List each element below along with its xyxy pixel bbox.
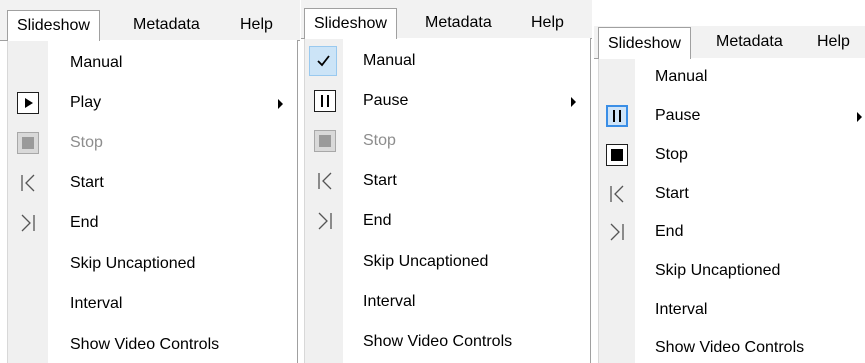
menu-item-label: Start: [655, 185, 689, 202]
skip-to-end-icon: [17, 212, 39, 234]
slideshow-dropdown: Manual Pause Stop Start End Skip Uncapti…: [304, 38, 591, 363]
menu-item-interval[interactable]: Interval: [8, 285, 297, 323]
menu-item-label: Skip Uncaptioned: [363, 253, 489, 270]
submenu-arrow-icon: [278, 99, 283, 109]
menu-item-label: Show Video Controls: [70, 336, 220, 353]
menu-item-label: End: [70, 214, 99, 231]
menu-item-label: Stop: [655, 146, 688, 163]
skip-to-start-icon: [17, 172, 39, 194]
menu-item-interval[interactable]: Interval: [599, 291, 865, 329]
menu-item-label: Pause: [655, 107, 701, 124]
menu-item-start[interactable]: Start: [8, 164, 297, 202]
menu-item-start[interactable]: Start: [305, 162, 590, 200]
menu-item-end[interactable]: End: [305, 202, 590, 240]
skip-to-start-icon: [314, 170, 336, 192]
menu-item-show-video-controls[interactable]: Show Video Controls: [8, 326, 297, 363]
menu-item-end[interactable]: End: [8, 204, 297, 242]
menu-help[interactable]: Help: [808, 28, 859, 56]
menu-slideshow[interactable]: Slideshow: [7, 10, 100, 41]
menu-item-pause[interactable]: Pause: [305, 82, 590, 120]
checkmark-icon: [309, 46, 337, 76]
pause-icon: [314, 90, 336, 112]
menu-item-pause[interactable]: Pause: [599, 97, 865, 135]
menu-item-manual[interactable]: Manual: [599, 58, 865, 96]
menu-metadata[interactable]: Metadata: [707, 28, 792, 56]
slideshow-menu-panel-1: Slideshow Metadata Help Manual Play Stop…: [0, 0, 300, 363]
play-icon: [17, 92, 39, 114]
stop-icon: [606, 144, 628, 166]
menu-bar: Slideshow Metadata Help: [594, 26, 865, 59]
slideshow-menu-panel-2: Slideshow Metadata Help Manual Pause Sto…: [301, 0, 592, 363]
slideshow-menu-panel-3: Slideshow Metadata Help Manual Pause Sto…: [594, 0, 865, 363]
menu-slideshow[interactable]: Slideshow: [304, 8, 397, 39]
menu-item-label: Show Video Controls: [363, 333, 513, 350]
menu-metadata[interactable]: Metadata: [416, 9, 501, 37]
stop-icon: [314, 130, 336, 152]
skip-to-start-icon: [606, 183, 628, 205]
menu-item-label: Manual: [70, 54, 123, 71]
skip-to-end-icon: [314, 210, 336, 232]
menu-item-label: End: [363, 212, 392, 229]
menu-item-skip-uncaptioned[interactable]: Skip Uncaptioned: [305, 243, 590, 281]
pause-icon: [606, 105, 628, 127]
menu-item-label: Interval: [70, 295, 123, 312]
menu-item-manual[interactable]: Manual: [8, 44, 297, 82]
menu-item-stop[interactable]: Stop: [599, 136, 865, 174]
menu-item-play[interactable]: Play: [8, 84, 297, 122]
menu-item-label: Skip Uncaptioned: [70, 255, 196, 272]
menu-item-label: Show Video Controls: [655, 339, 805, 356]
menu-item-label: Manual: [363, 52, 416, 69]
menu-slideshow[interactable]: Slideshow: [598, 27, 691, 59]
menu-item-stop[interactable]: Stop: [305, 122, 590, 160]
skip-to-end-icon: [606, 221, 628, 243]
menu-item-label: Start: [363, 172, 397, 189]
menu-metadata[interactable]: Metadata: [124, 11, 209, 39]
menu-item-label: Interval: [363, 293, 416, 310]
menu-item-skip-uncaptioned[interactable]: Skip Uncaptioned: [599, 252, 865, 290]
menu-help[interactable]: Help: [522, 9, 573, 37]
menu-item-manual[interactable]: Manual: [305, 42, 590, 80]
menu-item-stop[interactable]: Stop: [8, 124, 297, 162]
menu-item-label: Manual: [655, 68, 708, 85]
menu-help[interactable]: Help: [231, 11, 282, 39]
menu-item-label: Pause: [363, 92, 409, 109]
menu-item-interval[interactable]: Interval: [305, 283, 590, 321]
menu-item-label: End: [655, 223, 684, 240]
menu-item-start[interactable]: Start: [599, 175, 865, 213]
menu-item-label: Interval: [655, 301, 708, 318]
submenu-arrow-icon: [571, 97, 576, 107]
menu-item-label: Stop: [363, 132, 396, 149]
stop-icon: [17, 132, 39, 154]
menu-item-end[interactable]: End: [599, 213, 865, 251]
submenu-arrow-icon: [857, 112, 862, 122]
menu-bar: Slideshow Metadata Help: [0, 0, 300, 41]
menu-item-show-video-controls[interactable]: Show Video Controls: [599, 329, 865, 363]
menu-item-label: Stop: [70, 134, 103, 151]
menu-item-show-video-controls[interactable]: Show Video Controls: [305, 323, 590, 361]
menu-item-label: Play: [70, 94, 102, 111]
menu-item-label: Start: [70, 174, 104, 191]
menu-bar: Slideshow Metadata Help: [301, 0, 592, 39]
slideshow-dropdown: Manual Play Stop Start End Skip Uncaptio…: [7, 40, 298, 363]
menu-item-label: Skip Uncaptioned: [655, 262, 781, 279]
slideshow-dropdown: Manual Pause Stop Start End Skip Uncapti…: [598, 58, 865, 363]
menu-item-skip-uncaptioned[interactable]: Skip Uncaptioned: [8, 245, 297, 283]
